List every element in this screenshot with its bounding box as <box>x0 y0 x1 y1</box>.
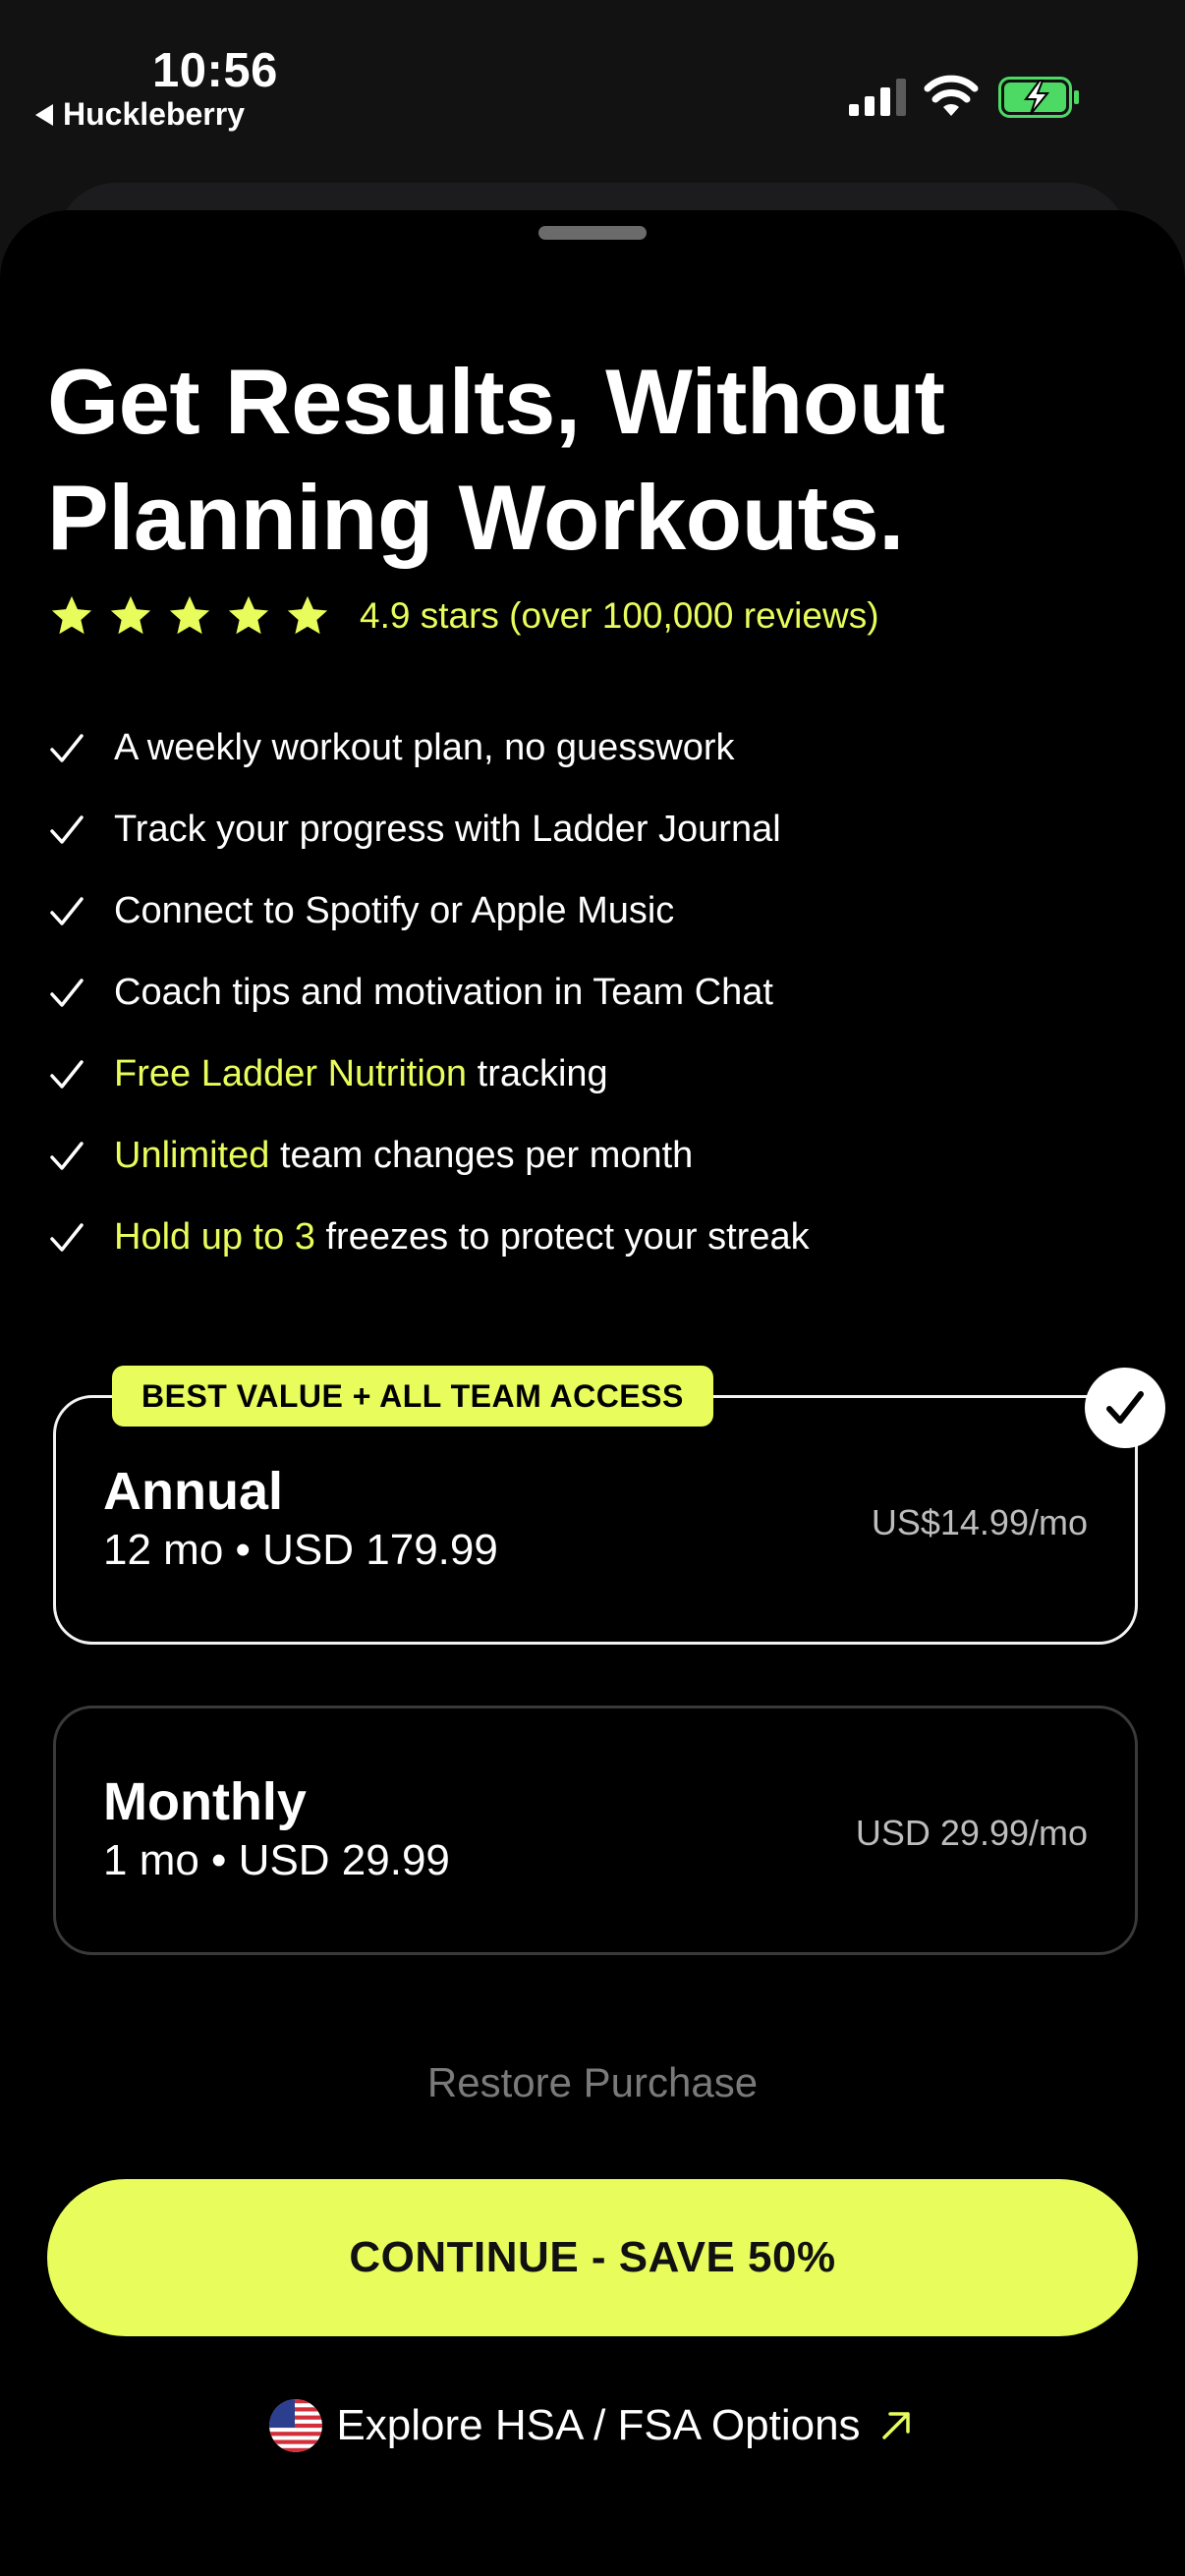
star-icon <box>169 595 210 635</box>
continue-button[interactable]: CONTINUE - SAVE 50% <box>47 2179 1138 2336</box>
checkmark-icon <box>50 1059 84 1089</box>
checkmark-icon <box>50 1141 84 1170</box>
checkmark-icon <box>50 978 84 1007</box>
feature-highlight: Hold up to 3 <box>114 1216 315 1258</box>
plan-name: Annual <box>103 1462 283 1521</box>
checkmark-icon <box>50 814 84 844</box>
star-icon <box>287 595 328 635</box>
hsa-fsa-link[interactable]: Explore HSA / FSA Options <box>0 2399 1185 2452</box>
checkmark-icon <box>50 733 84 762</box>
feature-text: Coach tips and motivation in Team Chat <box>114 972 773 1013</box>
feature-item: Hold up to 3 freezes to protect your str… <box>49 1197 810 1278</box>
feature-text: tracking <box>467 1053 608 1094</box>
star-icon <box>110 595 151 635</box>
checkmark-icon <box>1106 1391 1144 1424</box>
plan-duration-price: 12 mo • USD 179.99 <box>103 1526 498 1574</box>
back-app-label: Huckleberry <box>63 96 245 132</box>
status-bar: 10:56 Huckleberry <box>0 0 1185 147</box>
external-arrow-icon <box>881 2412 910 2439</box>
feature-highlight: Free Ladder Nutrition <box>114 1053 468 1094</box>
feature-item: Free Ladder Nutrition tracking <box>49 1034 810 1115</box>
hsa-fsa-label: Explore HSA / FSA Options <box>336 2401 861 2449</box>
feature-text: Track your progress with Ladder Journal <box>114 809 781 850</box>
checkmark-icon <box>50 896 84 925</box>
feature-text: freezes to protect your streak <box>314 1216 810 1258</box>
feature-item: Unlimited team changes per month <box>49 1115 810 1197</box>
best-value-badge: BEST VALUE + ALL TEAM ACCESS <box>112 1366 713 1427</box>
us-flag-icon <box>269 2399 323 2452</box>
cellular-signal-icon <box>849 79 906 116</box>
star-icon <box>228 595 269 635</box>
feature-list: A weekly workout plan, no guesswork Trac… <box>49 707 810 1278</box>
checkmark-icon <box>50 1222 84 1252</box>
plan-annual-option[interactable]: Annual 12 mo • USD 179.99 US$14.99/mo <box>53 1395 1138 1645</box>
plan-duration-price: 1 mo • USD 29.99 <box>103 1836 450 1884</box>
feature-highlight: Unlimited <box>114 1135 270 1176</box>
restore-purchase-button[interactable]: Restore Purchase <box>0 2059 1185 2106</box>
plan-monthly-price: USD 29.99/mo <box>855 1813 1088 1853</box>
selected-checkmark-icon <box>1085 1368 1165 1448</box>
plan-monthly-price: US$14.99/mo <box>871 1502 1088 1542</box>
plan-monthly-option[interactable]: Monthly 1 mo • USD 29.99 USD 29.99/mo <box>53 1706 1138 1955</box>
feature-item: A weekly workout plan, no guesswork <box>49 707 810 789</box>
feature-item: Connect to Spotify or Apple Music <box>49 870 810 952</box>
feature-item: Track your progress with Ladder Journal <box>49 789 810 870</box>
sheet-grabber[interactable] <box>538 226 647 240</box>
star-icon <box>51 595 92 635</box>
rating-row: 4.9 stars (over 100,000 reviews) <box>49 593 879 639</box>
back-to-app-button[interactable]: Huckleberry <box>35 96 245 133</box>
back-arrow-icon <box>35 103 53 126</box>
page-title: Get Results, Without Planning Workouts. <box>47 350 945 569</box>
wifi-icon <box>924 75 979 116</box>
feature-text: Connect to Spotify or Apple Music <box>114 890 675 931</box>
plan-name: Monthly <box>103 1772 307 1831</box>
feature-item: Coach tips and motivation in Team Chat <box>49 952 810 1034</box>
feature-text: team changes per month <box>269 1135 694 1176</box>
status-time: 10:56 <box>152 44 278 97</box>
battery-charging-icon <box>998 77 1079 118</box>
rating-text: 4.9 stars (over 100,000 reviews) <box>360 595 879 636</box>
feature-text: A weekly workout plan, no guesswork <box>114 727 735 768</box>
